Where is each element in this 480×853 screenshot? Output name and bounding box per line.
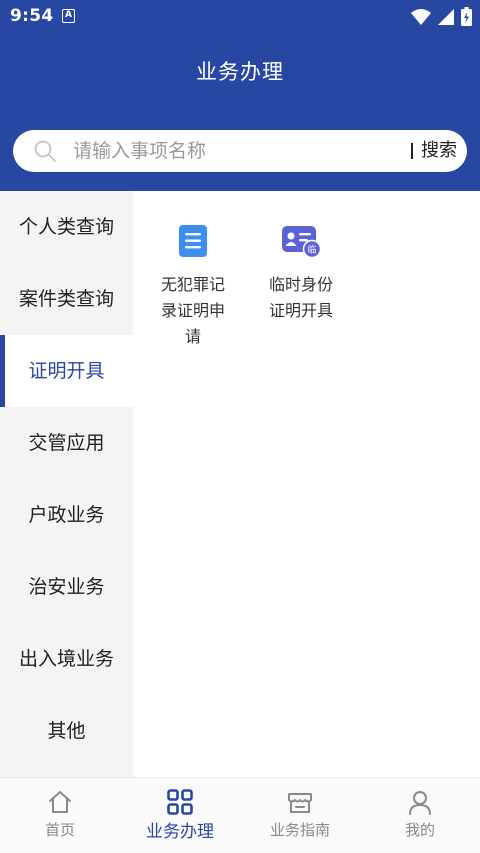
status-time: 9:54 [10, 6, 54, 26]
category-sidebar: 个人类查询 案件类查询 证明开具 交管应用 户政业务 治安业务 出入境业务 其他 [0, 191, 133, 777]
header: 业务办理 搜索 [0, 34, 480, 191]
sidebar-item-immigration[interactable]: 出入境业务 [0, 623, 133, 695]
service-no-criminal-record[interactable]: 无犯罪记录证明申请 [139, 223, 247, 350]
wifi-icon [411, 8, 431, 25]
store-icon [288, 793, 312, 813]
temporary-badge-text: 临 [307, 244, 316, 256]
document-icon [179, 225, 207, 257]
tab-business[interactable]: 业务办理 [120, 778, 240, 853]
cell-signal-icon [438, 8, 454, 25]
battery-charging-icon [461, 7, 472, 26]
search-icon [34, 140, 56, 162]
sidebar-item-public-security[interactable]: 治安业务 [0, 551, 133, 623]
home-icon [49, 791, 71, 813]
tab-label: 首页 [44, 821, 75, 839]
service-grid: 无犯罪记录证明申请 临 临时身份证明开具 [133, 191, 480, 777]
tab-home[interactable]: 首页 [0, 778, 120, 853]
bottom-tab-bar: 首页 业务办理 业务指南 我的 [0, 777, 480, 853]
grid-icon [167, 789, 193, 815]
search-input[interactable] [73, 130, 393, 172]
service-temporary-id[interactable]: 临 临时身份证明开具 [247, 223, 355, 324]
tab-label: 业务办理 [146, 822, 214, 842]
user-icon [409, 791, 431, 815]
tab-label: 我的 [404, 821, 435, 839]
temporary-id-icon: 临 [282, 226, 322, 259]
page-title: 业务办理 [196, 60, 284, 84]
sidebar-item-certificates[interactable]: 证明开具 [0, 335, 133, 407]
search-bar: 搜索 [13, 130, 467, 172]
status-bar: 9:54 A [0, 0, 480, 34]
service-label: 临时身份证明开具 [268, 275, 333, 320]
search-divider [411, 143, 413, 159]
sidebar-item-household[interactable]: 户政业务 [0, 479, 133, 551]
sidebar-item-traffic[interactable]: 交管应用 [0, 407, 133, 479]
sidebar-item-case-query[interactable]: 案件类查询 [0, 263, 133, 335]
status-icons [411, 7, 472, 26]
notification-a-icon: A [62, 9, 75, 23]
service-label: 无犯罪记录证明申请 [160, 275, 225, 346]
sidebar-item-other[interactable]: 其他 [0, 695, 133, 767]
tab-label: 业务指南 [269, 821, 330, 839]
search-button[interactable]: 搜索 [421, 130, 457, 172]
tab-mine[interactable]: 我的 [360, 778, 480, 853]
sidebar-item-personal-query[interactable]: 个人类查询 [0, 191, 133, 263]
tab-guide[interactable]: 业务指南 [240, 778, 360, 853]
